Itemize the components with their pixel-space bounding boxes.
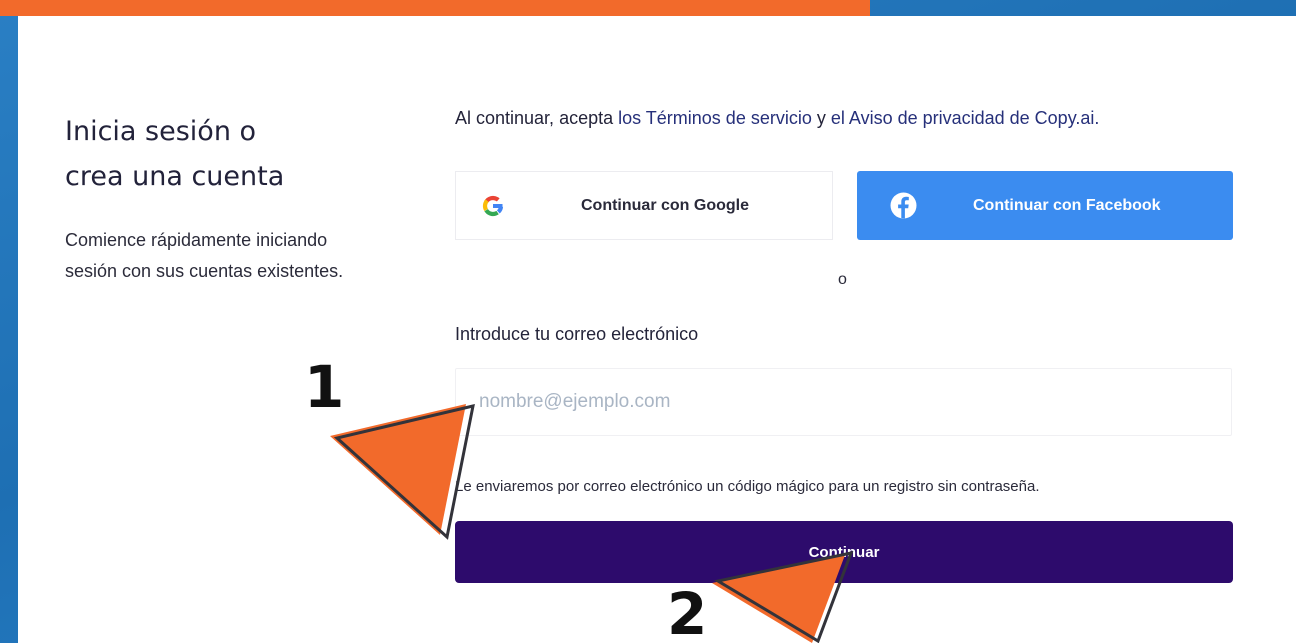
page-title: Inicia sesión o crea una cuenta — [65, 109, 425, 199]
intro-column: Inicia sesión o crea una cuenta Comience… — [65, 109, 425, 287]
google-login-label: Continuar con Google — [581, 196, 749, 214]
intro-description-line-2: sesión con sus cuentas existentes. — [65, 261, 344, 281]
email-label: Introduce tu correo electrónico — [455, 324, 699, 344]
page-title-line-2: crea una cuenta — [65, 161, 285, 192]
intro-description: Comience rápidamente iniciando sesión co… — [65, 225, 425, 287]
terms-connector: y — [811, 108, 831, 128]
google-login-button[interactable]: Continuar con Google — [455, 171, 833, 240]
pointer-arrow-icon — [712, 550, 854, 643]
login-card: Inicia sesión o crea una cuenta Comience… — [18, 16, 1296, 643]
facebook-login-button[interactable]: Continuar con Facebook — [857, 171, 1233, 240]
privacy-notice-link[interactable]: el Aviso de privacidad de Copy.ai. — [831, 108, 1100, 128]
google-logo-icon — [482, 195, 504, 216]
or-separator: o — [838, 271, 847, 288]
facebook-logo-icon — [890, 192, 917, 219]
pointer-arrow-icon — [330, 404, 475, 540]
terms-notice: Al continuar, acepta los Términos de ser… — [455, 108, 1099, 129]
magic-code-hint: Le enviaremos por correo electrónico un … — [455, 478, 1040, 495]
terms-of-service-link[interactable]: los Términos de servicio — [618, 108, 812, 128]
facebook-login-label: Continuar con Facebook — [973, 196, 1161, 214]
intro-description-line-1: Comience rápidamente iniciando — [65, 230, 328, 250]
top-accent-bar — [0, 0, 870, 16]
email-input[interactable] — [455, 368, 1232, 436]
terms-prefix: Al continuar, acepta — [455, 108, 619, 128]
page-title-line-1: Inicia sesión o — [65, 116, 257, 147]
